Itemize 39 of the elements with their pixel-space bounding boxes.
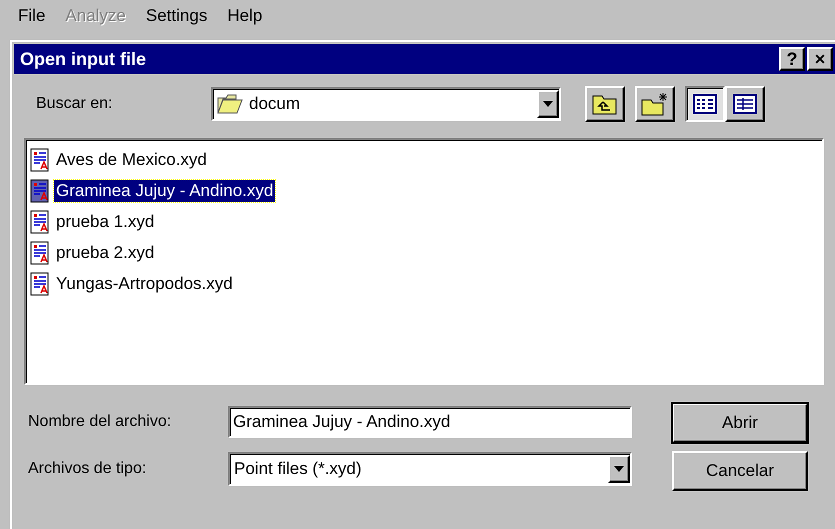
caret-icon (543, 101, 553, 107)
details-view-icon (733, 94, 757, 114)
file-name-label: Nombre del archivo: (27, 413, 172, 431)
open-button[interactable]: Abrir (672, 403, 808, 443)
dropdown-value: docum (249, 94, 302, 114)
list-view-button[interactable] (685, 86, 725, 122)
list-entry[interactable]: Graminea Jujuy - Andino.xyd (54, 180, 276, 202)
cancel-button[interactable]: Cancelar (672, 451, 808, 491)
window-title: Open input file (20, 48, 146, 70)
document-icon (30, 240, 50, 264)
document-icon (30, 178, 50, 202)
list-entry[interactable]: Aves de Mexico.xyd (54, 148, 209, 170)
document-icon (30, 210, 50, 234)
new-folder-icon (641, 92, 669, 116)
file-type-dropdown[interactable]: Point files (*.xyd) (228, 452, 632, 486)
list-view-icon (693, 94, 717, 114)
look-in-dropdown[interactable]: docum (211, 87, 561, 121)
document-icon (30, 148, 50, 172)
file-name-field[interactable]: Graminea Jujuy - Andino.xyd (228, 406, 632, 438)
help-button[interactable]: ? (779, 47, 805, 71)
dropdown-button[interactable] (608, 455, 630, 483)
dropdown-button[interactable] (537, 90, 559, 118)
menu-item[interactable]: Settings (138, 6, 216, 30)
up-folder-button[interactable] (585, 86, 625, 122)
list-entry[interactable]: prueba 2.xyd (54, 242, 156, 264)
folder-icon (217, 94, 243, 114)
list-entry[interactable]: prueba 1.xyd (54, 210, 156, 232)
list-entry[interactable]: Yungas-Artropodos.xyd (54, 272, 235, 294)
menu-item[interactable]: Help (219, 6, 270, 30)
look-in-label: Buscar en: (35, 95, 114, 113)
file-type-label: Archivos de tipo: (27, 460, 148, 478)
up-folder-icon (592, 93, 618, 115)
close-button[interactable]: × (807, 47, 833, 71)
dropdown-value: Point files (*.xyd) (234, 459, 363, 479)
details-view-button[interactable] (725, 86, 765, 122)
caret-icon (614, 466, 624, 472)
document-icon (30, 272, 50, 296)
menu-item[interactable]: File (10, 6, 54, 30)
new-folder-button[interactable] (635, 86, 675, 122)
